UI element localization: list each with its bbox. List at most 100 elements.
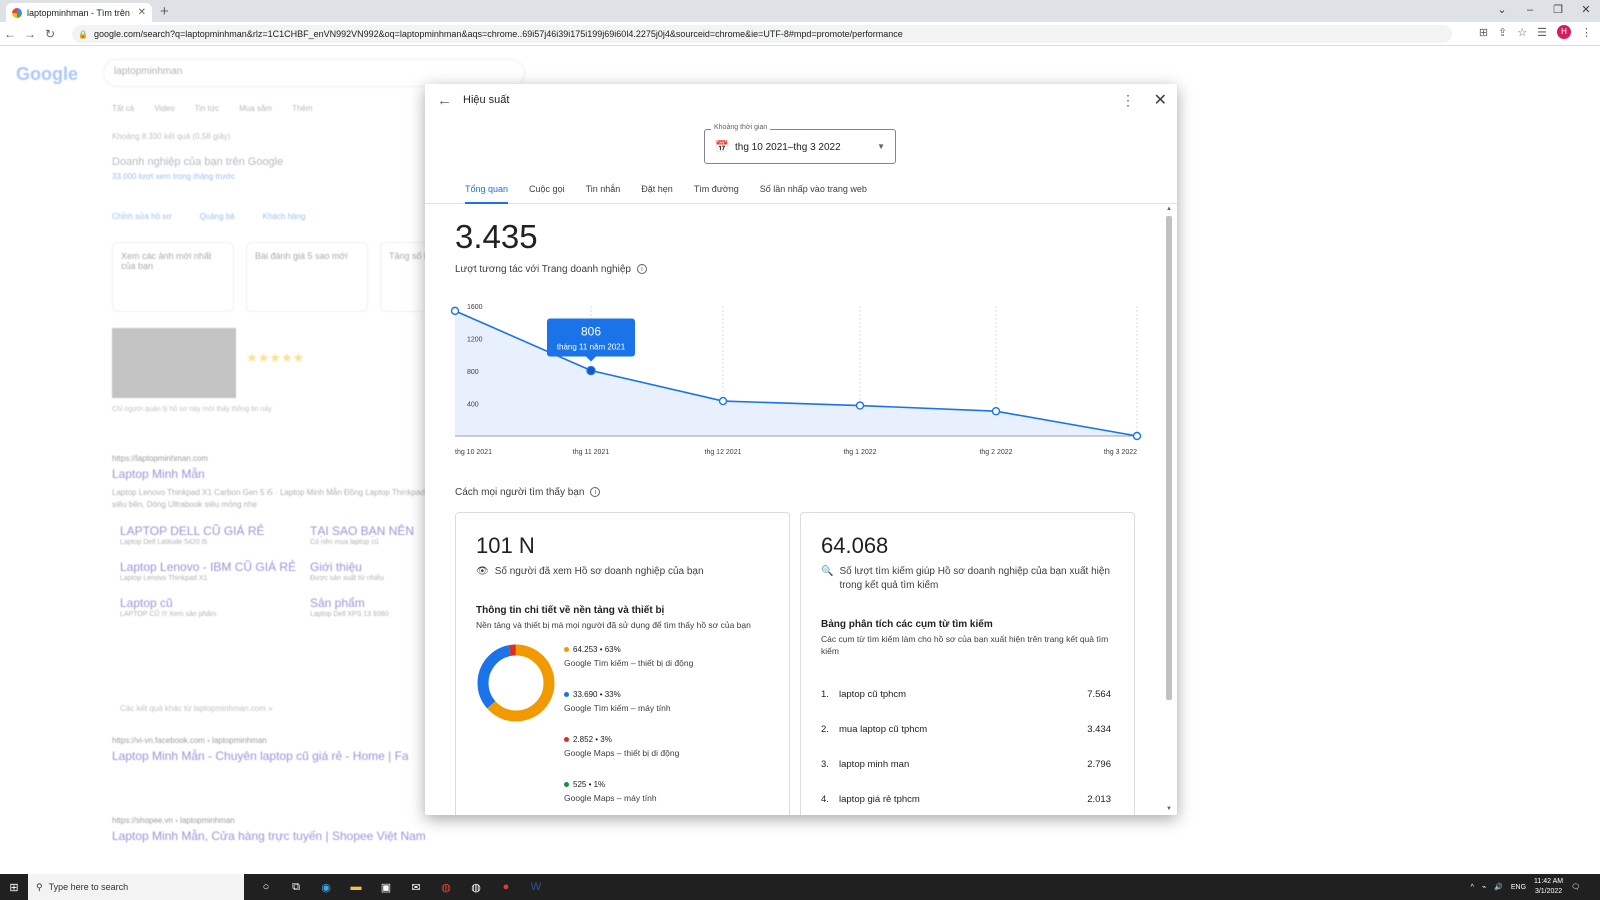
- scroll-down-icon[interactable]: ▼: [1166, 806, 1172, 812]
- minimize-button[interactable]: –: [1516, 0, 1544, 22]
- more-options-icon[interactable]: ⋮: [1121, 92, 1135, 109]
- tab-overview[interactable]: Tổng quan: [465, 180, 509, 204]
- profile-avatar[interactable]: H: [1557, 25, 1571, 39]
- notification-icon[interactable]: 🗨: [1571, 883, 1580, 891]
- url-text[interactable]: google.com/search?q=laptopminhman&rlz=1C…: [94, 29, 903, 39]
- promote-chip[interactable]: Quảng bá: [200, 212, 235, 221]
- file-explorer-icon[interactable]: ▬: [346, 877, 366, 897]
- result-url[interactable]: https://vi-vn.facebook.com › laptopminhm…: [112, 736, 432, 745]
- taskbar-search[interactable]: ⚲ Type here to search: [28, 874, 244, 900]
- tray-chevron-icon[interactable]: ^: [1471, 884, 1474, 891]
- sitelink[interactable]: LAPTOP DELL CŨ GIÁ RẺ Laptop Dell Latitud…: [120, 524, 310, 548]
- sitelink[interactable]: TẠI SAO BẠN NÊN Có nên mua laptop cũ: [310, 524, 430, 548]
- info-icon[interactable]: i: [590, 487, 601, 498]
- share-icon[interactable]: ⇪: [1498, 26, 1507, 39]
- back-arrow-icon[interactable]: ←: [437, 92, 452, 109]
- more-results-link[interactable]: Các kết quả khác từ laptopminhman.com »: [120, 704, 273, 713]
- dialog-scrollbar[interactable]: ▲ ▼: [1165, 206, 1173, 812]
- x-tick-label: thg 12 2021: [705, 449, 742, 456]
- app-icon[interactable]: ●: [496, 877, 516, 897]
- close-icon[interactable]: ✕: [1154, 90, 1167, 110]
- word-icon[interactable]: W: [526, 877, 546, 897]
- y-tick-label: 800: [467, 369, 479, 376]
- browser-tab[interactable]: laptopminhman - Tìm trên Goog ✕: [6, 3, 152, 22]
- chrome-profile-icon[interactable]: ◍: [466, 877, 486, 897]
- profile-views-desc: 👁 Số người đã xem Hồ sơ doanh nghiệp của…: [476, 566, 704, 577]
- result-url[interactable]: https://laptopminhman.com: [112, 454, 432, 463]
- filter-shopping[interactable]: Mua sắm: [239, 104, 272, 113]
- search-result: https://vi-vn.facebook.com › laptopminhm…: [112, 736, 432, 769]
- keywords-subtitle: Các cụm từ tìm kiếm làm cho hồ sơ của bạ…: [821, 634, 1109, 656]
- mail-icon[interactable]: ✉: [406, 877, 426, 897]
- search-icon: 🔍: [821, 566, 834, 577]
- date-range-select[interactable]: Khoảng thời gian 📅 thg 10 2021–thg 3 202…: [704, 124, 896, 164]
- total-interactions: 3.435: [455, 218, 538, 255]
- chart-point: [991, 407, 1001, 416]
- x-tick-label: thg 1 2022: [843, 449, 876, 456]
- business-photo[interactable]: [112, 328, 236, 398]
- tab-bookings[interactable]: Đặt hẹn: [641, 180, 673, 204]
- filter-news[interactable]: Tin tức: [195, 104, 220, 113]
- result-title[interactable]: Laptop Minh Mẫn - Chuyên laptop cũ giá r…: [112, 749, 432, 763]
- sitelink[interactable]: Laptop Lenovo - IBM CŨ GIÁ RẺ Laptop Leno…: [120, 560, 310, 584]
- volume-icon[interactable]: 🔊: [1494, 883, 1503, 891]
- tab-directions[interactable]: Tìm đường: [694, 180, 739, 204]
- address-bar[interactable]: 🔒 google.com/search?q=laptopminhman&rlz=…: [72, 25, 1452, 43]
- legend-dot: [564, 737, 569, 742]
- reading-list-icon[interactable]: ☰: [1537, 26, 1547, 39]
- chart-point: [450, 306, 460, 316]
- bookmark-star-icon[interactable]: ☆: [1517, 26, 1527, 39]
- info-icon[interactable]: i: [636, 264, 647, 275]
- scrollbar-thumb[interactable]: [1166, 216, 1172, 700]
- menu-icon[interactable]: ⋮: [1581, 26, 1592, 39]
- clock[interactable]: 11:42 AM 3/1/2022: [1534, 877, 1563, 897]
- sitelink[interactable]: Sản phẩm Laptop Dell XPS 13 9360: [310, 596, 430, 620]
- filter-more[interactable]: Thêm: [292, 104, 312, 113]
- result-title[interactable]: Laptop Minh Mẫn, Cửa hàng trực tuyến | S…: [112, 829, 432, 843]
- system-tray: ^ ⌁ 🔊 ENG 11:42 AM 3/1/2022 🗨: [1471, 874, 1580, 900]
- tab-messages[interactable]: Tin nhắn: [586, 180, 621, 204]
- back-button[interactable]: ←: [0, 27, 20, 41]
- tab-website-clicks[interactable]: Số lần nhấp vào trang web: [760, 180, 867, 204]
- tab-search-icon[interactable]: ⌄: [1488, 0, 1516, 22]
- result-title[interactable]: Laptop Minh Mẫn: [112, 467, 432, 481]
- taskbar-search-placeholder[interactable]: Type here to search: [49, 882, 129, 892]
- business-views[interactable]: 33.000 lượt xem trong tháng trước: [112, 172, 283, 181]
- reload-button[interactable]: ↻: [40, 27, 60, 41]
- language-indicator[interactable]: ENG: [1511, 884, 1526, 891]
- google-logo[interactable]: Google: [16, 64, 78, 85]
- filter-video[interactable]: Video: [154, 104, 174, 113]
- dropdown-caret-icon[interactable]: ▼: [877, 142, 885, 151]
- tab-calls[interactable]: Cuộc gọi: [529, 180, 565, 204]
- forward-button[interactable]: →: [20, 27, 40, 41]
- network-icon[interactable]: ⌁: [1482, 883, 1486, 891]
- store-icon[interactable]: ▣: [376, 877, 396, 897]
- dialog-title: Hiệu suất: [463, 94, 510, 106]
- business-card[interactable]: Bài đánh giá 5 sao mới: [246, 242, 368, 312]
- performance-dialog: ← Hiệu suất ⋮ ✕ Khoảng thời gian 📅 thg 1…: [425, 84, 1177, 815]
- restore-button[interactable]: ❐: [1544, 0, 1572, 22]
- chrome-icon[interactable]: ◍: [436, 877, 456, 897]
- x-tick-label: thg 10 2021: [455, 449, 492, 456]
- filter-all[interactable]: Tất cả: [112, 104, 134, 113]
- cortana-icon[interactable]: ○: [256, 877, 276, 897]
- tab-close-icon[interactable]: ✕: [138, 7, 146, 18]
- performance-tabs: Tổng quan Cuộc gọi Tin nhắn Đặt hẹn Tìm …: [425, 180, 1177, 204]
- result-url[interactable]: https://shopee.vn › laptopminhman: [112, 816, 432, 825]
- business-card[interactable]: Xem các ảnh mới nhất của bạn: [112, 242, 234, 312]
- customers-chip[interactable]: Khách hàng: [263, 212, 306, 221]
- edge-icon[interactable]: ◉: [316, 877, 336, 897]
- lock-icon[interactable]: 🔒: [78, 30, 88, 39]
- legend-dot: [564, 647, 569, 652]
- edit-profile-chip[interactable]: Chỉnh sửa hồ sơ: [112, 212, 172, 221]
- translate-icon[interactable]: ⊞: [1479, 26, 1488, 39]
- sitelink[interactable]: Laptop cũ LAPTOP CŨ !!! Xem sản phẩm: [120, 596, 310, 620]
- sitelink[interactable]: Giới thiệu Được sản xuất từ nhiều: [310, 560, 430, 584]
- close-window-button[interactable]: ✕: [1572, 0, 1600, 22]
- scroll-up-icon[interactable]: ▲: [1166, 206, 1172, 212]
- task-view-icon[interactable]: ⧉: [286, 877, 306, 897]
- date-range-value[interactable]: thg 10 2021–thg 3 2022: [735, 142, 841, 153]
- search-input[interactable]: laptopminhman: [104, 60, 524, 86]
- new-tab-button[interactable]: +: [160, 3, 169, 20]
- windows-start-icon[interactable]: ⊞: [0, 881, 28, 894]
